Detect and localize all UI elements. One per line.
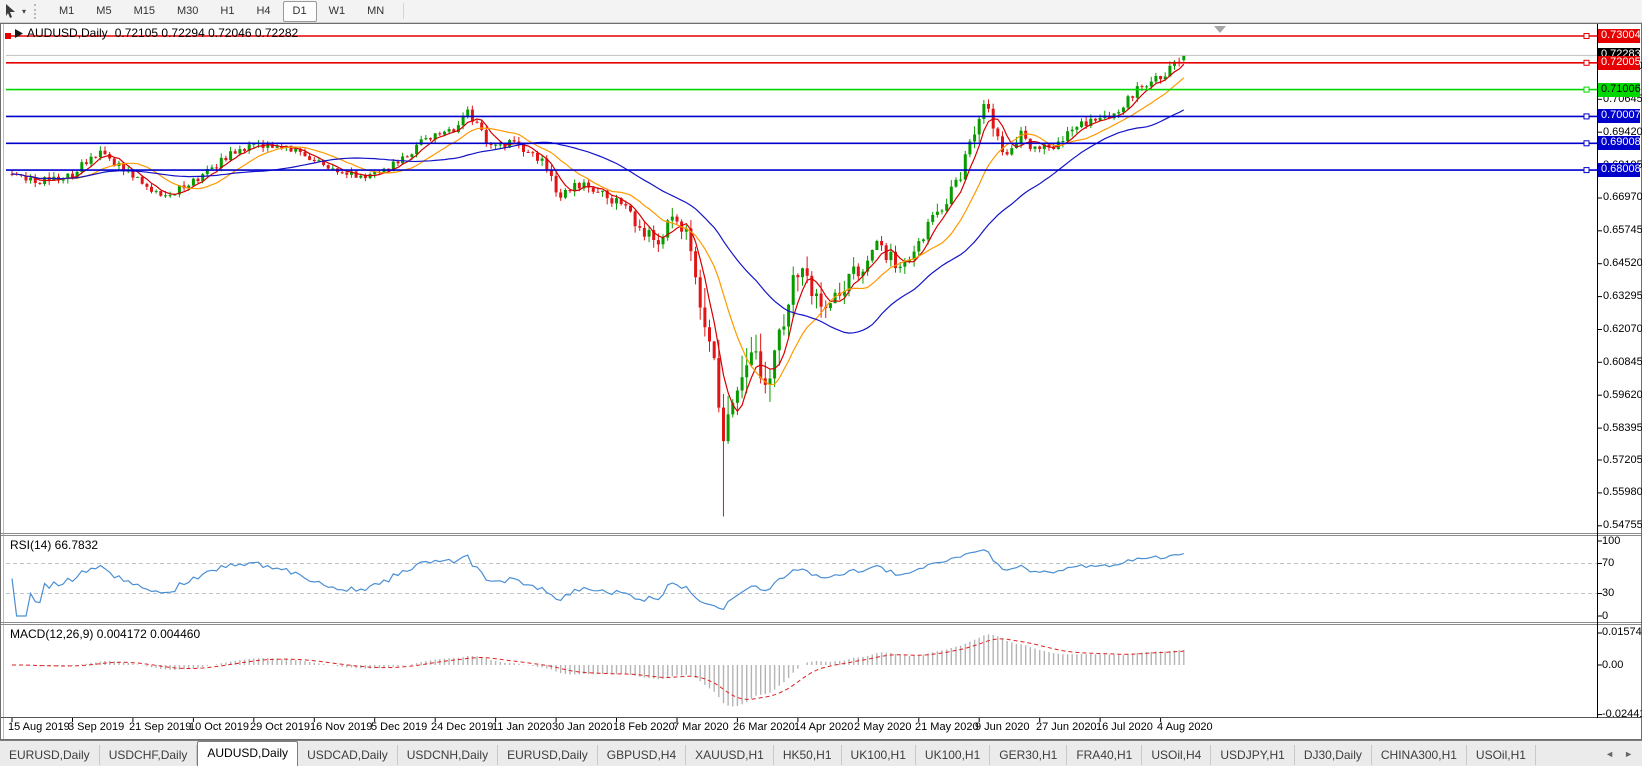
chart-tab-usdjpy-h1-14[interactable]: USDJPY,H1 — [1211, 745, 1294, 765]
chart-tab-eurusd-daily-0[interactable]: EURUSD,Daily — [0, 745, 100, 765]
line-handle[interactable] — [1584, 87, 1589, 92]
chart-canvas[interactable] — [0, 0, 1642, 766]
tab-scroll-left-button[interactable]: ◄ — [1600, 749, 1619, 759]
chart-tab-uk100-h1-9[interactable]: UK100,H1 — [842, 745, 916, 765]
chart-tab-usdchf-daily-1[interactable]: USDCHF,Daily — [100, 745, 198, 765]
line-handle[interactable] — [1584, 60, 1589, 65]
chart-tab-gbpusd-h4-6[interactable]: GBPUSD,H4 — [598, 745, 686, 765]
chart-tab-eurusd-daily-5[interactable]: EURUSD,Daily — [498, 745, 598, 765]
mt4-chart-window: ▾ M1M5M15M30H1H4D1W1MN AUDUSD,Daily0.721… — [0, 0, 1642, 766]
price-level-badge[interactable]: 0.71006 — [1598, 83, 1640, 97]
chart-tab-bar: EURUSD,DailyUSDCHF,DailyAUDUSD,DailyUSDC… — [0, 740, 1642, 766]
chart-tab-usoil-h1-17[interactable]: USOil,H1 — [1467, 745, 1536, 765]
chart-tab-audusd-daily-2[interactable]: AUDUSD,Daily — [197, 741, 298, 766]
chart-tab-usdcad-daily-3[interactable]: USDCAD,Daily — [298, 745, 398, 765]
line-handle[interactable] — [1584, 114, 1589, 119]
chart-tab-dj30-daily-15[interactable]: DJ30,Daily — [1295, 745, 1372, 765]
chart-tab-ger30-h1-11[interactable]: GER30,H1 — [990, 745, 1067, 765]
price-level-badge[interactable]: 0.68008 — [1598, 163, 1640, 177]
line-handle[interactable] — [1584, 141, 1589, 146]
tab-scroll-right-button[interactable]: ► — [1619, 749, 1638, 759]
line-handle[interactable] — [1584, 168, 1589, 173]
price-level-badge[interactable]: 0.69008 — [1598, 136, 1640, 150]
chart-tab-usoil-h4-13[interactable]: USOil,H4 — [1142, 745, 1211, 765]
chart-tab-uk100-h1-10[interactable]: UK100,H1 — [916, 745, 990, 765]
price-level-badge[interactable]: 0.73004 — [1598, 29, 1640, 43]
chart-tab-usdcnh-daily-4[interactable]: USDCNH,Daily — [398, 745, 498, 765]
tab-scroll-arrows: ◄► — [1600, 741, 1642, 766]
line-handle-left[interactable] — [5, 33, 11, 39]
chart-tab-hk50-h1-8[interactable]: HK50,H1 — [774, 745, 842, 765]
chart-frame-border — [1, 24, 1642, 740]
price-level-badge[interactable]: 0.70007 — [1598, 109, 1640, 123]
line-handle[interactable] — [1584, 34, 1589, 39]
chart-tab-xauusd-h1-7[interactable]: XAUUSD,H1 — [686, 745, 774, 765]
price-level-badge[interactable]: 0.72005 — [1598, 56, 1640, 70]
chart-tab-fra40-h1-12[interactable]: FRA40,H1 — [1067, 745, 1142, 765]
chart-tab-china300-h1-16[interactable]: CHINA300,H1 — [1372, 745, 1467, 765]
